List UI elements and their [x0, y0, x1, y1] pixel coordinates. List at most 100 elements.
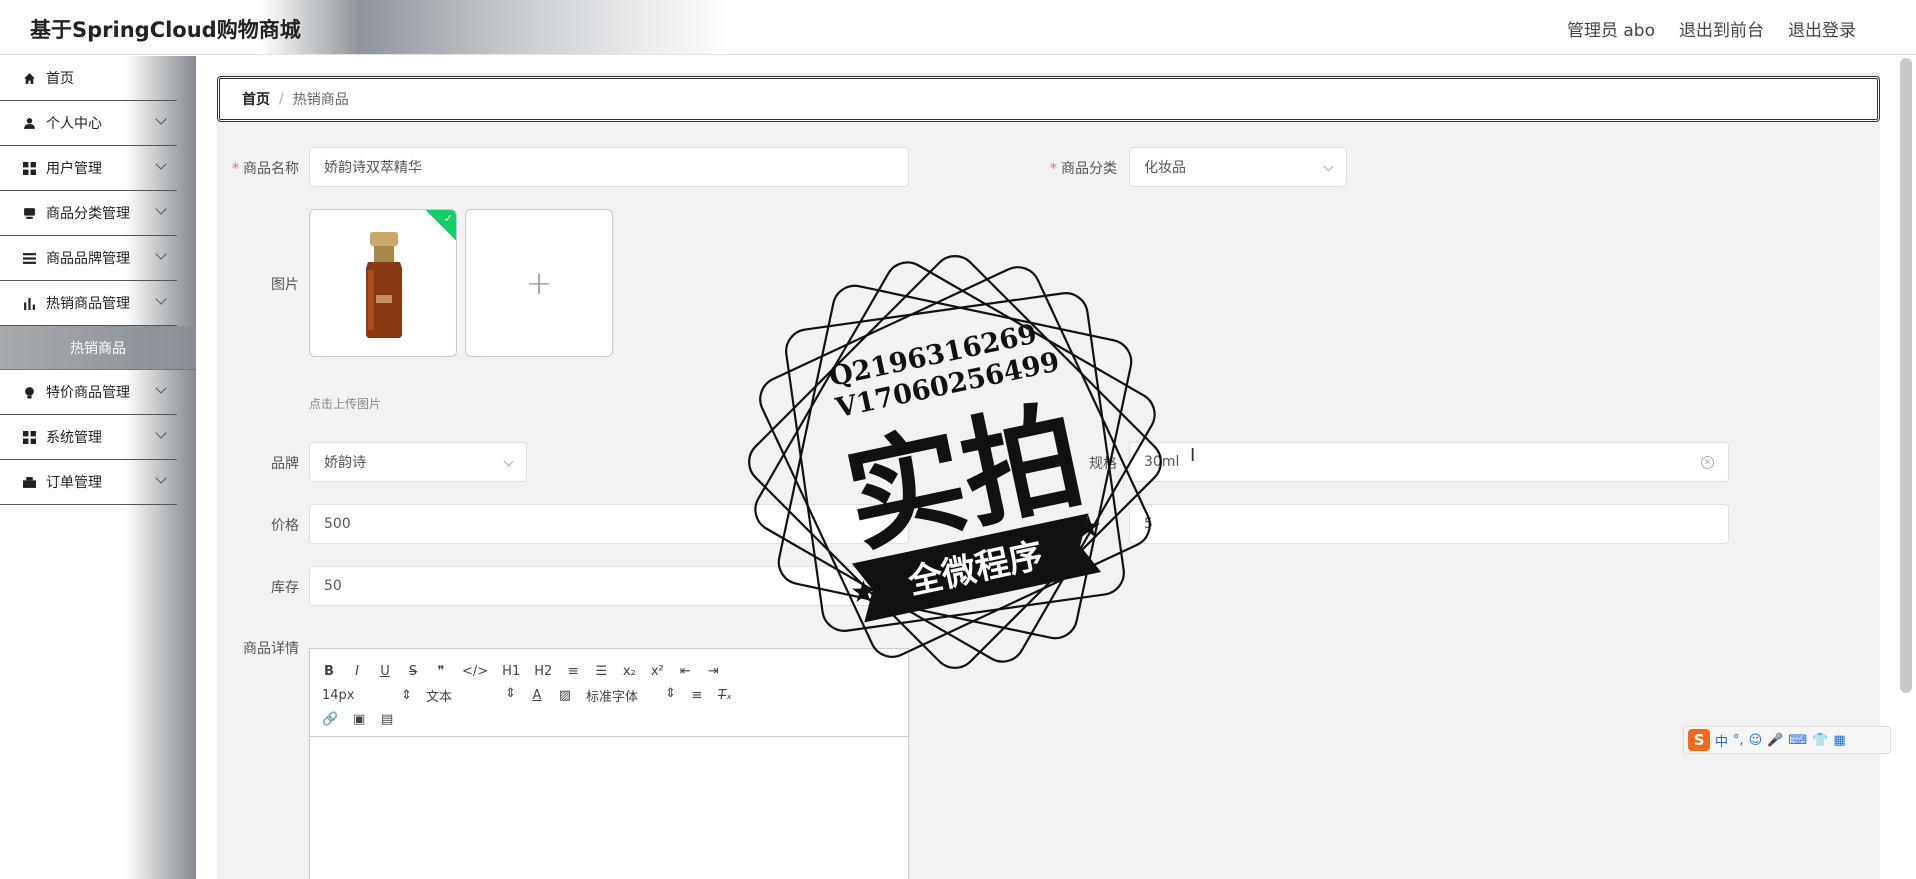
font-size-picker[interactable]: 14px ⇕ [322, 688, 412, 703]
underline-button[interactable]: U [378, 664, 392, 679]
sidebar-item-label: 首页 [46, 71, 74, 87]
sidebar-item-brand[interactable]: 商品品牌管理 [0, 236, 177, 281]
category-label: * 商品分类 [1047, 158, 1117, 178]
grid-icon [22, 430, 36, 444]
align-button[interactable]: ≡ [690, 688, 704, 703]
sidebar-item-users[interactable]: 用户管理 [0, 146, 177, 191]
breadcrumb-home[interactable]: 首页 [242, 89, 270, 109]
outdent-button[interactable]: ⇤ [678, 664, 692, 679]
italic-button[interactable]: I [350, 664, 364, 679]
product-name-input[interactable]: 娇韵诗双萃精华 [309, 147, 909, 187]
ime-lang[interactable]: 中 [1715, 731, 1728, 750]
price-input[interactable]: 500 [309, 504, 909, 544]
sidebar: 首页 个人中心 用户管理 商品分类管理 商品品牌管理 热销商品管理 热销商品 特… [0, 56, 196, 879]
plus-icon: + [525, 264, 553, 302]
sidebar-item-label: 个人中心 [46, 116, 102, 132]
image-label: 图片 [271, 277, 299, 293]
sidebar-item-home[interactable]: 首页 [0, 56, 177, 101]
chevron-down-icon [155, 427, 167, 439]
sidebar-item-personal[interactable]: 个人中心 [0, 101, 177, 146]
category-select-value: 化妆品 [1144, 160, 1186, 176]
clear-icon[interactable]: ✕ [1701, 456, 1714, 469]
rich-text-editor: B I U S ❞ </> H1 H2 ≡ ☰ x₂ x² ⇤ ⇥ 14px ⇕ … [309, 648, 909, 879]
h2-button[interactable]: H2 [534, 664, 552, 679]
sidebar-item-label: 用户管理 [46, 161, 102, 177]
sidebar-item-hot[interactable]: 热销商品管理 [0, 281, 177, 326]
stock-input[interactable]: 50 [309, 566, 909, 606]
header-actions: 管理员 abo 退出到前台 退出登录 [1567, 16, 1856, 41]
emoji-icon[interactable]: ☺ [1749, 733, 1763, 748]
sidebar-item-label: 热销商品管理 [46, 296, 130, 312]
uploaded-image-card[interactable]: ✓ [309, 209, 457, 357]
chevron-down-icon [155, 203, 167, 215]
sidebar-item-orders[interactable]: 订单管理 [0, 460, 177, 505]
link-button[interactable]: 🔗 [322, 712, 338, 727]
sogou-logo-icon: S [1688, 729, 1710, 751]
sidebar-item-system[interactable]: 系统管理 [0, 415, 177, 460]
superscript-button[interactable]: x² [650, 664, 664, 679]
sidebar-item-label: 商品品牌管理 [46, 251, 130, 267]
updown-icon: ⇕ [401, 687, 412, 703]
code-button[interactable]: </> [462, 664, 488, 679]
text-type-value: 文本 [426, 689, 453, 705]
sidebar-subitem-hot-products[interactable]: 热销商品 [0, 326, 196, 370]
box-icon [22, 206, 36, 220]
spec-input-value: 30ml [1144, 454, 1180, 470]
sidebar-item-label: 商品分类管理 [46, 206, 130, 222]
category-select[interactable]: 化妆品 [1129, 147, 1347, 187]
toolbar-row-2: 14px ⇕ 文本 ⇕ A ▨ 标准字体 ⇕ ≡ T̶ₓ [322, 683, 896, 707]
scrollbar[interactable] [1900, 58, 1912, 693]
spec-label: 规格 [1089, 456, 1117, 472]
required-mark: * [232, 161, 239, 177]
home-icon [22, 71, 36, 85]
spec-input[interactable]: 30ml ✕ [1129, 442, 1729, 482]
chevron-down-icon [155, 382, 167, 394]
ordered-list-button[interactable]: ≡ [566, 664, 580, 679]
image-button[interactable]: ▣ [352, 712, 366, 727]
text-cursor-icon: I [1190, 445, 1196, 466]
sidebar-item-special[interactable]: 特价商品管理 [0, 370, 177, 415]
background-color-button[interactable]: ▨ [558, 688, 572, 703]
toolbar-row-3: 🔗 ▣ ▤ [322, 707, 896, 731]
ime-toolbar[interactable]: S 中 °, ☺ 🎤 ⌨ 👕 ▦ [1683, 726, 1891, 754]
chevron-down-icon [155, 248, 167, 260]
clear-format-button[interactable]: T̶ₓ [718, 688, 732, 703]
skin-icon[interactable]: 👕 [1812, 733, 1828, 748]
main-content: 首页 / 热销商品 * 商品名称 娇韵诗双萃精华 * 商品分类 化妆品 图片 ✓ +… [217, 73, 1880, 879]
sidebar-item-category[interactable]: 商品分类管理 [0, 191, 177, 236]
brand-select-value: 娇韵诗 [324, 455, 366, 471]
font-size-value: 14px [322, 687, 355, 703]
sidebar-item-label: 订单管理 [46, 475, 102, 491]
product-image [310, 210, 456, 356]
font-family-value: 标准字体 [586, 689, 639, 705]
indent-button[interactable]: ⇥ [706, 664, 720, 679]
stock-label: 库存 [271, 580, 299, 596]
toolbar-row-1: B I U S ❞ </> H1 H2 ≡ ☰ x₂ x² ⇤ ⇥ [322, 659, 896, 683]
video-button[interactable]: ▤ [380, 712, 394, 727]
brand-select[interactable]: 娇韵诗 [309, 442, 527, 482]
microphone-icon[interactable]: 🎤 [1767, 733, 1783, 748]
bullet-list-button[interactable]: ☰ [594, 664, 608, 679]
user-icon [22, 116, 36, 130]
blockquote-button[interactable]: ❞ [434, 664, 448, 679]
ime-punct[interactable]: °, [1733, 733, 1744, 748]
chevron-down-icon [503, 456, 514, 467]
upload-new-image-button[interactable]: + [465, 209, 613, 357]
strike-button[interactable]: S [406, 664, 420, 679]
chevron-down-icon [155, 158, 167, 170]
bold-button[interactable]: B [322, 664, 336, 679]
subscript-button[interactable]: x₂ [622, 664, 636, 679]
app-title: 基于SpringCloud购物商城 [30, 18, 301, 42]
exit-to-front-link[interactable]: 退出到前台 [1679, 16, 1764, 41]
top-bar: 基于SpringCloud购物商城 管理员 abo 退出到前台 退出登录 [0, 0, 1916, 55]
font-color-button[interactable]: A [530, 688, 544, 703]
chevron-down-icon [155, 113, 167, 125]
h1-button[interactable]: H1 [502, 664, 520, 679]
logout-link[interactable]: 退出登录 [1788, 16, 1856, 41]
menu-icon[interactable]: ▦ [1833, 733, 1845, 748]
second-field-input[interactable]: 5 [1129, 504, 1729, 544]
font-family-picker[interactable]: 标准字体 ⇕ [586, 686, 676, 705]
brand-label: 品牌 [271, 456, 299, 472]
text-type-picker[interactable]: 文本 ⇕ [426, 686, 516, 705]
keyboard-icon[interactable]: ⌨ [1788, 733, 1807, 748]
